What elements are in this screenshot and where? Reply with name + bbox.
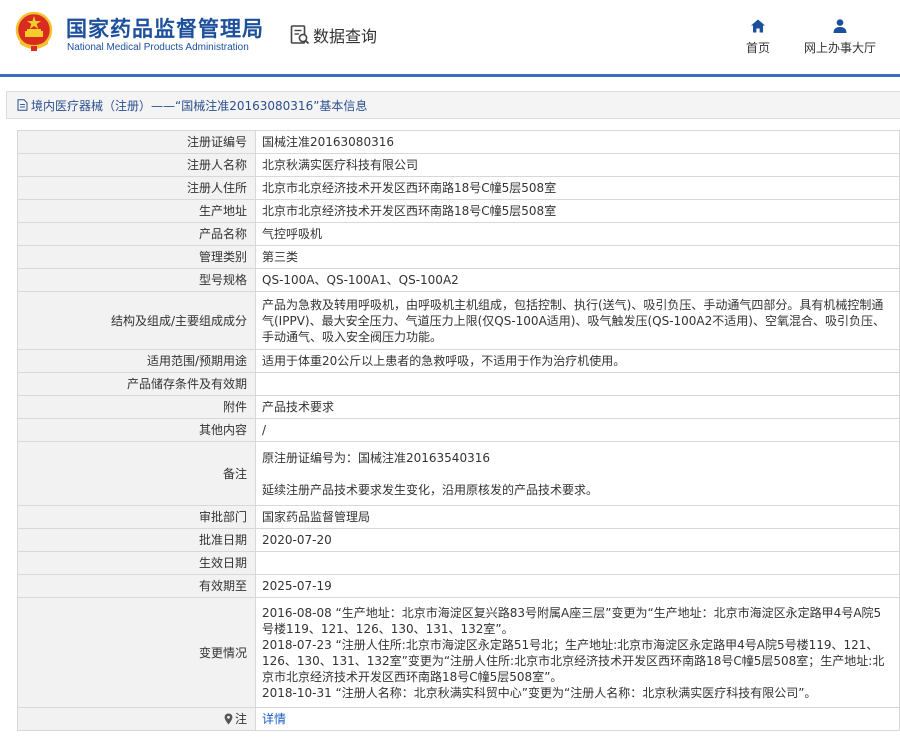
nav-home[interactable]: 首页 xyxy=(744,18,772,56)
table-row: 生产地址 北京市北京经济技术开发区西环南路18号C幢5层508室 xyxy=(17,199,900,223)
site-title-english: National Medical Products Administration xyxy=(67,42,249,53)
table-row: 管理类别 第三类 xyxy=(17,245,900,269)
table-row: 注 详情 xyxy=(17,707,900,731)
document-icon xyxy=(17,99,28,111)
storage-value xyxy=(255,372,900,396)
table-row: 产品名称 气控呼吸机 xyxy=(17,222,900,246)
breadcrumb-text: 境内医疗器械（注册）——“国械注准20163080316”基本信息 xyxy=(31,98,368,113)
field-label: 变更情况 xyxy=(17,597,256,708)
expiry-date-value: 2025-07-19 xyxy=(255,574,900,598)
table-row: 产品储存条件及有效期 xyxy=(17,372,900,396)
reg-no-value: 国械注准20163080316 xyxy=(255,130,900,154)
table-row: 生效日期 xyxy=(17,551,900,575)
other-value: / xyxy=(255,418,900,442)
change-entry: 2018-10-31 “注册人名称：北京秋满实科贸中心”变更为“注册人名称：北京… xyxy=(262,685,817,700)
registration-info-table: 注册证编号 国械注准20163080316 注册人名称 北京秋满实医疗科技有限公… xyxy=(17,130,900,731)
registrant-name-value: 北京秋满实医疗科技有限公司 xyxy=(255,153,900,177)
category-value: 第三类 xyxy=(255,245,900,269)
field-label: 注册证编号 xyxy=(17,130,256,154)
field-label: 结构及组成/主要组成成分 xyxy=(17,291,256,350)
field-label: 注 xyxy=(17,707,256,731)
effective-date-value xyxy=(255,551,900,575)
table-row: 审批部门 国家药品监督管理局 xyxy=(17,505,900,529)
table-row: 注册证编号 国械注准20163080316 xyxy=(17,130,900,154)
field-label: 其他内容 xyxy=(17,418,256,442)
product-name-value: 气控呼吸机 xyxy=(255,222,900,246)
production-address-value: 北京市北京经济技术开发区西环南路18号C幢5层508室 xyxy=(255,199,900,223)
model-value: QS-100A、QS-100A1、QS-100A2 xyxy=(255,268,900,292)
field-label: 注册人名称 xyxy=(17,153,256,177)
header-divider xyxy=(0,74,900,77)
detail-label-text: 注 xyxy=(234,712,247,726)
data-query[interactable]: 数据查询 xyxy=(290,22,377,48)
changes-value: 2016-08-08 “生产地址：北京市海淀区复兴路83号附属A座三层”变更为“… xyxy=(255,597,900,708)
remark-line: 原注册证编号为：国械注准20163540316 xyxy=(262,450,490,465)
approval-date-value: 2020-07-20 xyxy=(255,528,900,552)
field-label: 产品储存条件及有效期 xyxy=(17,372,256,396)
field-label: 审批部门 xyxy=(17,505,256,529)
data-query-label: 数据查询 xyxy=(313,27,378,46)
map-pin-icon xyxy=(224,713,233,725)
scope-value: 适用于体重20公斤以上患者的急救呼吸，不适用于作为治疗机使用。 xyxy=(255,349,900,373)
table-row: 型号规格 QS-100A、QS-100A1、QS-100A2 xyxy=(17,268,900,292)
field-label: 批准日期 xyxy=(17,528,256,552)
field-label: 注册人住所 xyxy=(17,176,256,200)
nav-online-hall-label: 网上办事大厅 xyxy=(803,41,876,55)
site-header: 国家药品监督管理局 National Medical Products Admi… xyxy=(0,0,900,72)
detail-value: 详情 xyxy=(255,707,900,731)
field-label: 生产地址 xyxy=(17,199,256,223)
field-label: 产品名称 xyxy=(17,222,256,246)
table-row: 结构及组成/主要组成成分 产品为急救及转用呼吸机，由呼吸机主机组成，包括控制、执… xyxy=(17,291,900,350)
table-row: 注册人住所 北京市北京经济技术开发区西环南路18号C幢5层508室 xyxy=(17,176,900,200)
table-row: 其他内容 / xyxy=(17,418,900,442)
field-label: 适用范围/预期用途 xyxy=(17,349,256,373)
change-entry: 2018-07-23 “注册人住所:北京市海淀区永定路51号北；生产地址:北京市… xyxy=(262,637,885,684)
remark-value: 原注册证编号为：国械注准20163540316 延续注册产品技术要求发生变化，沿… xyxy=(255,441,900,506)
breadcrumb: 境内医疗器械（注册）——“国械注准20163080316”基本信息 xyxy=(6,91,900,119)
registrant-address-value: 北京市北京经济技术开发区西环南路18号C幢5层508室 xyxy=(255,176,900,200)
structure-value: 产品为急救及转用呼吸机，由呼吸机主机组成，包括控制、执行(送气)、吸引负压、手动… xyxy=(255,291,900,350)
field-label: 附件 xyxy=(17,395,256,419)
field-label: 型号规格 xyxy=(17,268,256,292)
nav-home-label: 首页 xyxy=(745,41,770,55)
table-row: 批准日期 2020-07-20 xyxy=(17,528,900,552)
table-row: 注册人名称 北京秋满实医疗科技有限公司 xyxy=(17,153,900,177)
national-emblem-icon xyxy=(15,11,53,51)
approval-dept-value: 国家药品监督管理局 xyxy=(255,505,900,529)
table-row: 变更情况 2016-08-08 “生产地址：北京市海淀区复兴路83号附属A座三层… xyxy=(17,597,900,708)
table-row: 适用范围/预期用途 适用于体重20公斤以上患者的急救呼吸，不适用于作为治疗机使用… xyxy=(17,349,900,373)
attachment-value: 产品技术要求 xyxy=(255,395,900,419)
field-label: 管理类别 xyxy=(17,245,256,269)
field-label: 生效日期 xyxy=(17,551,256,575)
field-label: 有效期至 xyxy=(17,574,256,598)
change-entry: 2016-08-08 “生产地址：北京市海淀区复兴路83号附属A座三层”变更为“… xyxy=(262,605,882,636)
site-title: 国家药品监督管理局 xyxy=(66,17,264,41)
table-row: 附件 产品技术要求 xyxy=(17,395,900,419)
home-icon xyxy=(751,19,765,33)
data-query-icon xyxy=(290,25,310,45)
field-label: 备注 xyxy=(17,441,256,506)
table-row: 有效期至 2025-07-19 xyxy=(17,574,900,598)
user-icon xyxy=(833,19,847,33)
nav-online-hall[interactable]: 网上办事大厅 xyxy=(802,18,878,56)
remark-line: 延续注册产品技术要求发生变化，沿用原核发的产品技术要求。 xyxy=(262,482,599,497)
table-row: 备注 原注册证编号为：国械注准20163540316 延续注册产品技术要求发生变… xyxy=(17,441,900,506)
detail-link[interactable]: 详情 xyxy=(262,712,286,726)
